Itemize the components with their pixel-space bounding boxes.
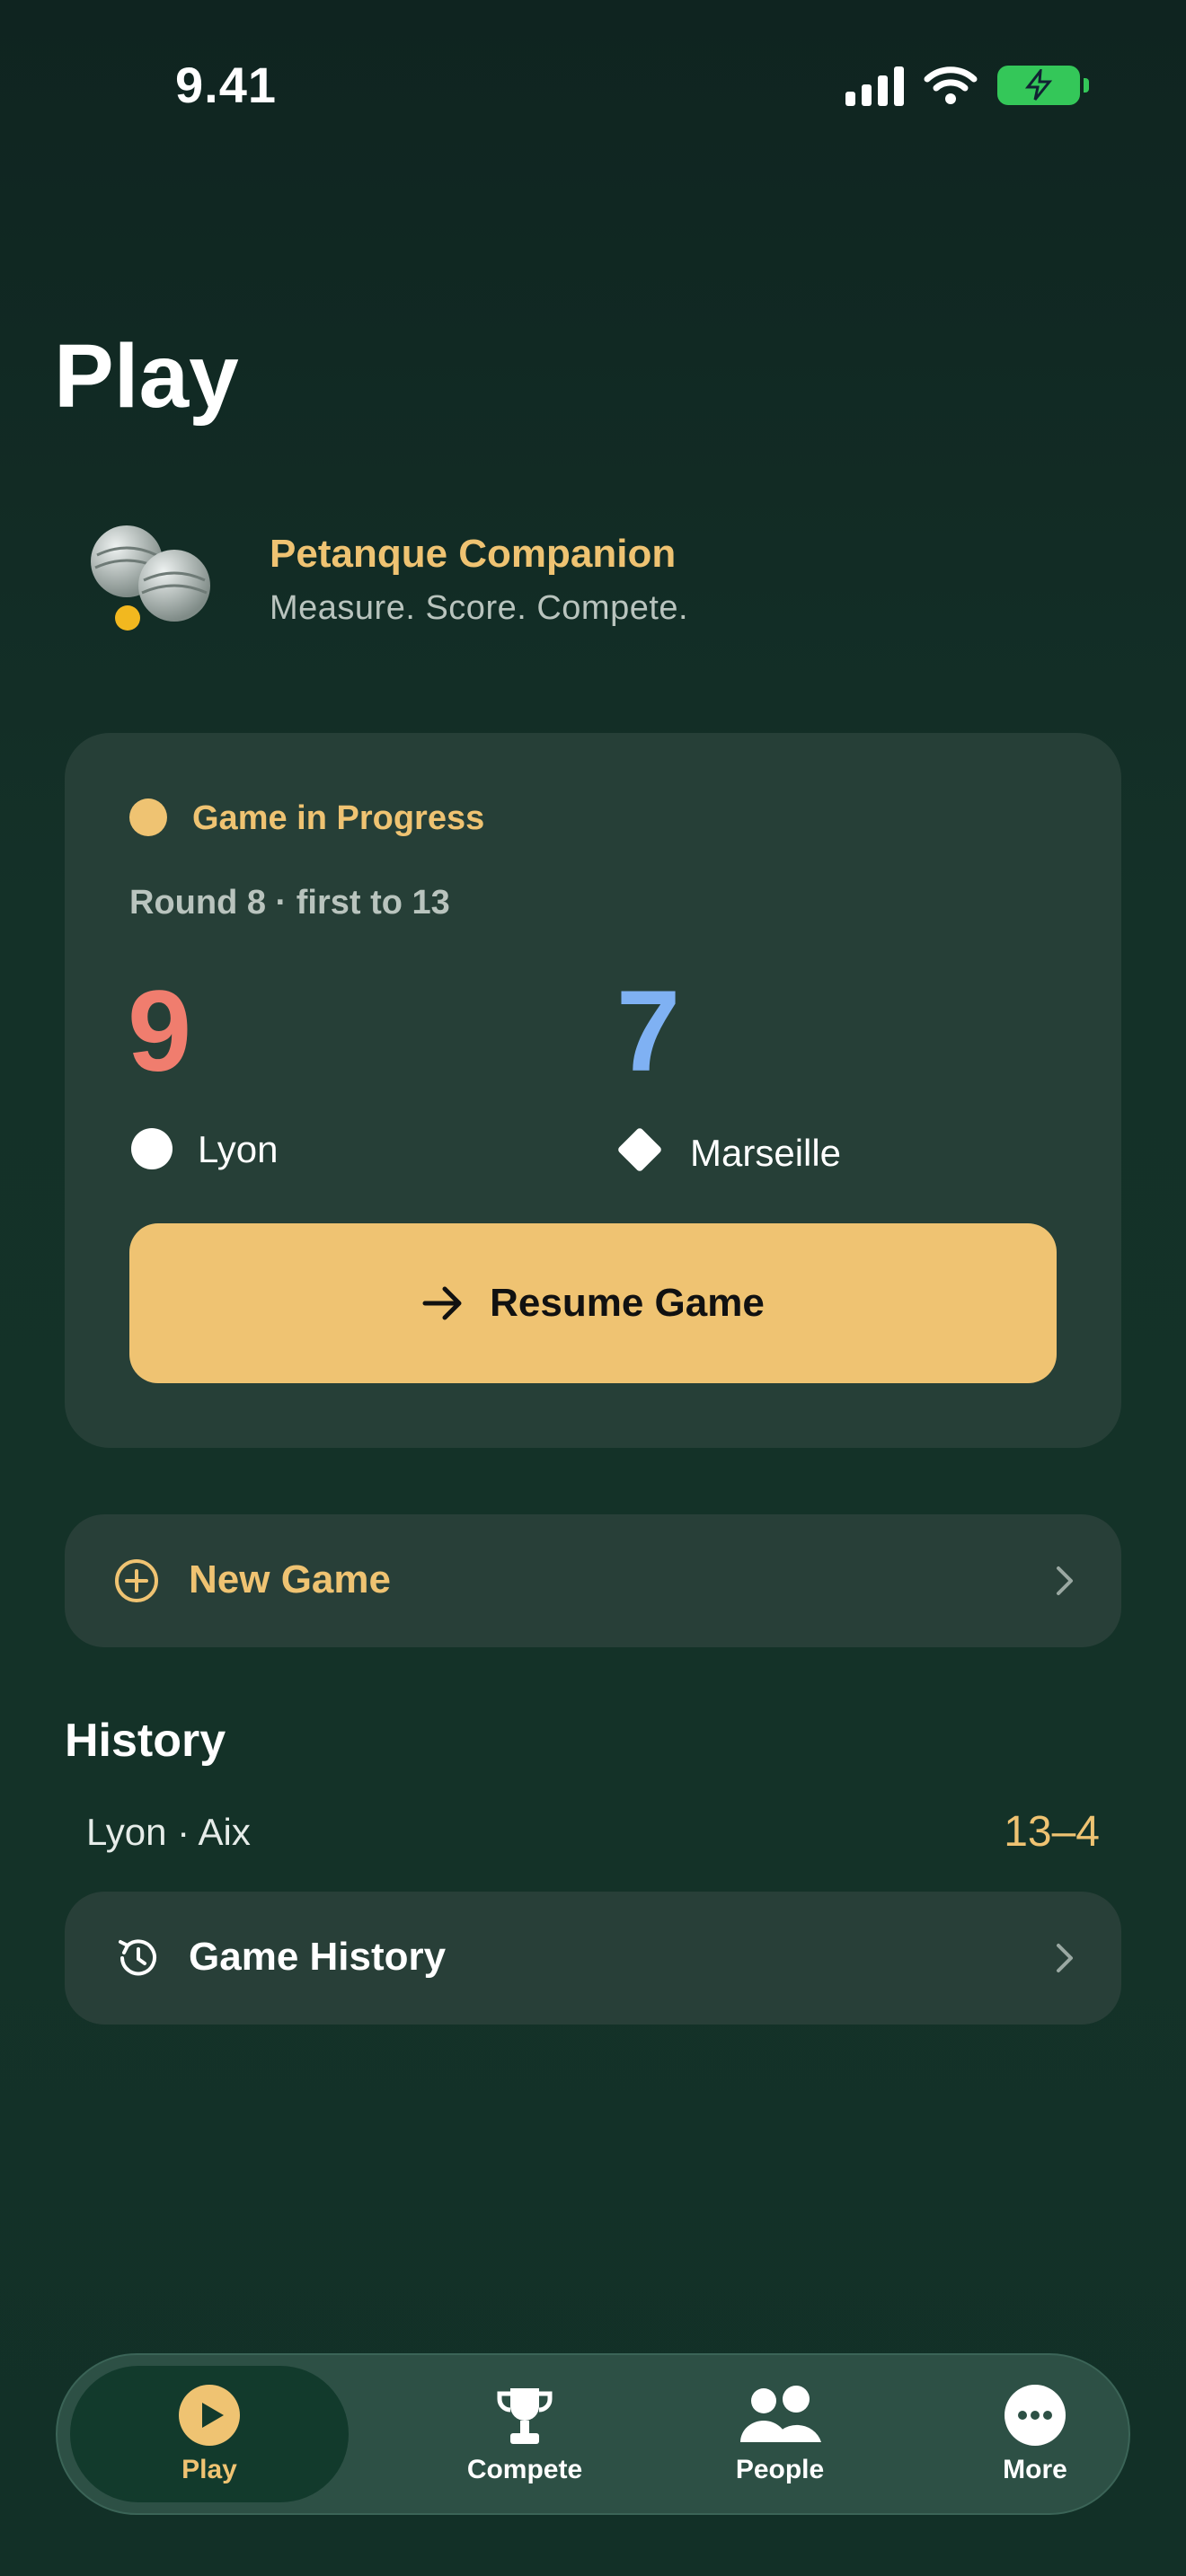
in-progress-dot-icon [129, 798, 167, 836]
trophy-icon [497, 2388, 553, 2444]
chevron-right-icon [1057, 1566, 1073, 1595]
status-icons [845, 65, 1089, 106]
brand-name: Petanque Companion [270, 532, 677, 576]
tab-label: Play [181, 2455, 237, 2484]
new-game-label: New Game [189, 1557, 391, 1601]
tab-label: People [735, 2455, 825, 2484]
battery-charging-icon [997, 66, 1089, 105]
recent-game-teams: Lyon · Aix [86, 1811, 251, 1853]
round-info: Round 8 · first to 13 [129, 884, 450, 922]
team-a-name: Lyon [198, 1128, 279, 1170]
arrow-right-icon [422, 1286, 462, 1320]
plus-circle-icon [115, 1559, 158, 1602]
tab-bar: Play Compete People More [56, 2353, 1130, 2515]
tab-compete[interactable]: Compete [390, 2355, 659, 2513]
more-icon [1005, 2385, 1066, 2446]
team-a-score: 9 [128, 967, 192, 1096]
tab-label: More [1003, 2455, 1067, 2484]
history-clock-icon [119, 1939, 156, 1976]
wifi-icon [924, 66, 978, 104]
tab-label: Compete [466, 2455, 583, 2484]
history-section-title: History [65, 1715, 226, 1767]
team-b-score: 7 [616, 967, 681, 1096]
resume-game-button[interactable]: Resume Game [129, 1223, 1057, 1383]
boules-logo-icon [91, 525, 210, 631]
recent-game-score: 13–4 [1004, 1808, 1100, 1856]
brand-tagline: Measure. Score. Compete. [270, 589, 689, 627]
page-title: Play [54, 326, 239, 427]
circle-team-icon [131, 1128, 173, 1169]
chevron-right-icon [1057, 1944, 1073, 1972]
cellular-signal-icon [845, 65, 904, 106]
team-b-name: Marseille [690, 1132, 842, 1174]
tab-more[interactable]: More [900, 2355, 1170, 2513]
game-status-label: Game in Progress [192, 799, 485, 837]
game-history-label: Game History [189, 1935, 447, 1979]
play-icon [179, 2385, 240, 2446]
tab-play[interactable]: Play [70, 2366, 349, 2502]
people-icon [740, 2386, 821, 2442]
tab-people[interactable]: People [645, 2355, 915, 2513]
resume-game-label: Resume Game [490, 1281, 765, 1325]
status-time: 9.41 [175, 57, 277, 113]
